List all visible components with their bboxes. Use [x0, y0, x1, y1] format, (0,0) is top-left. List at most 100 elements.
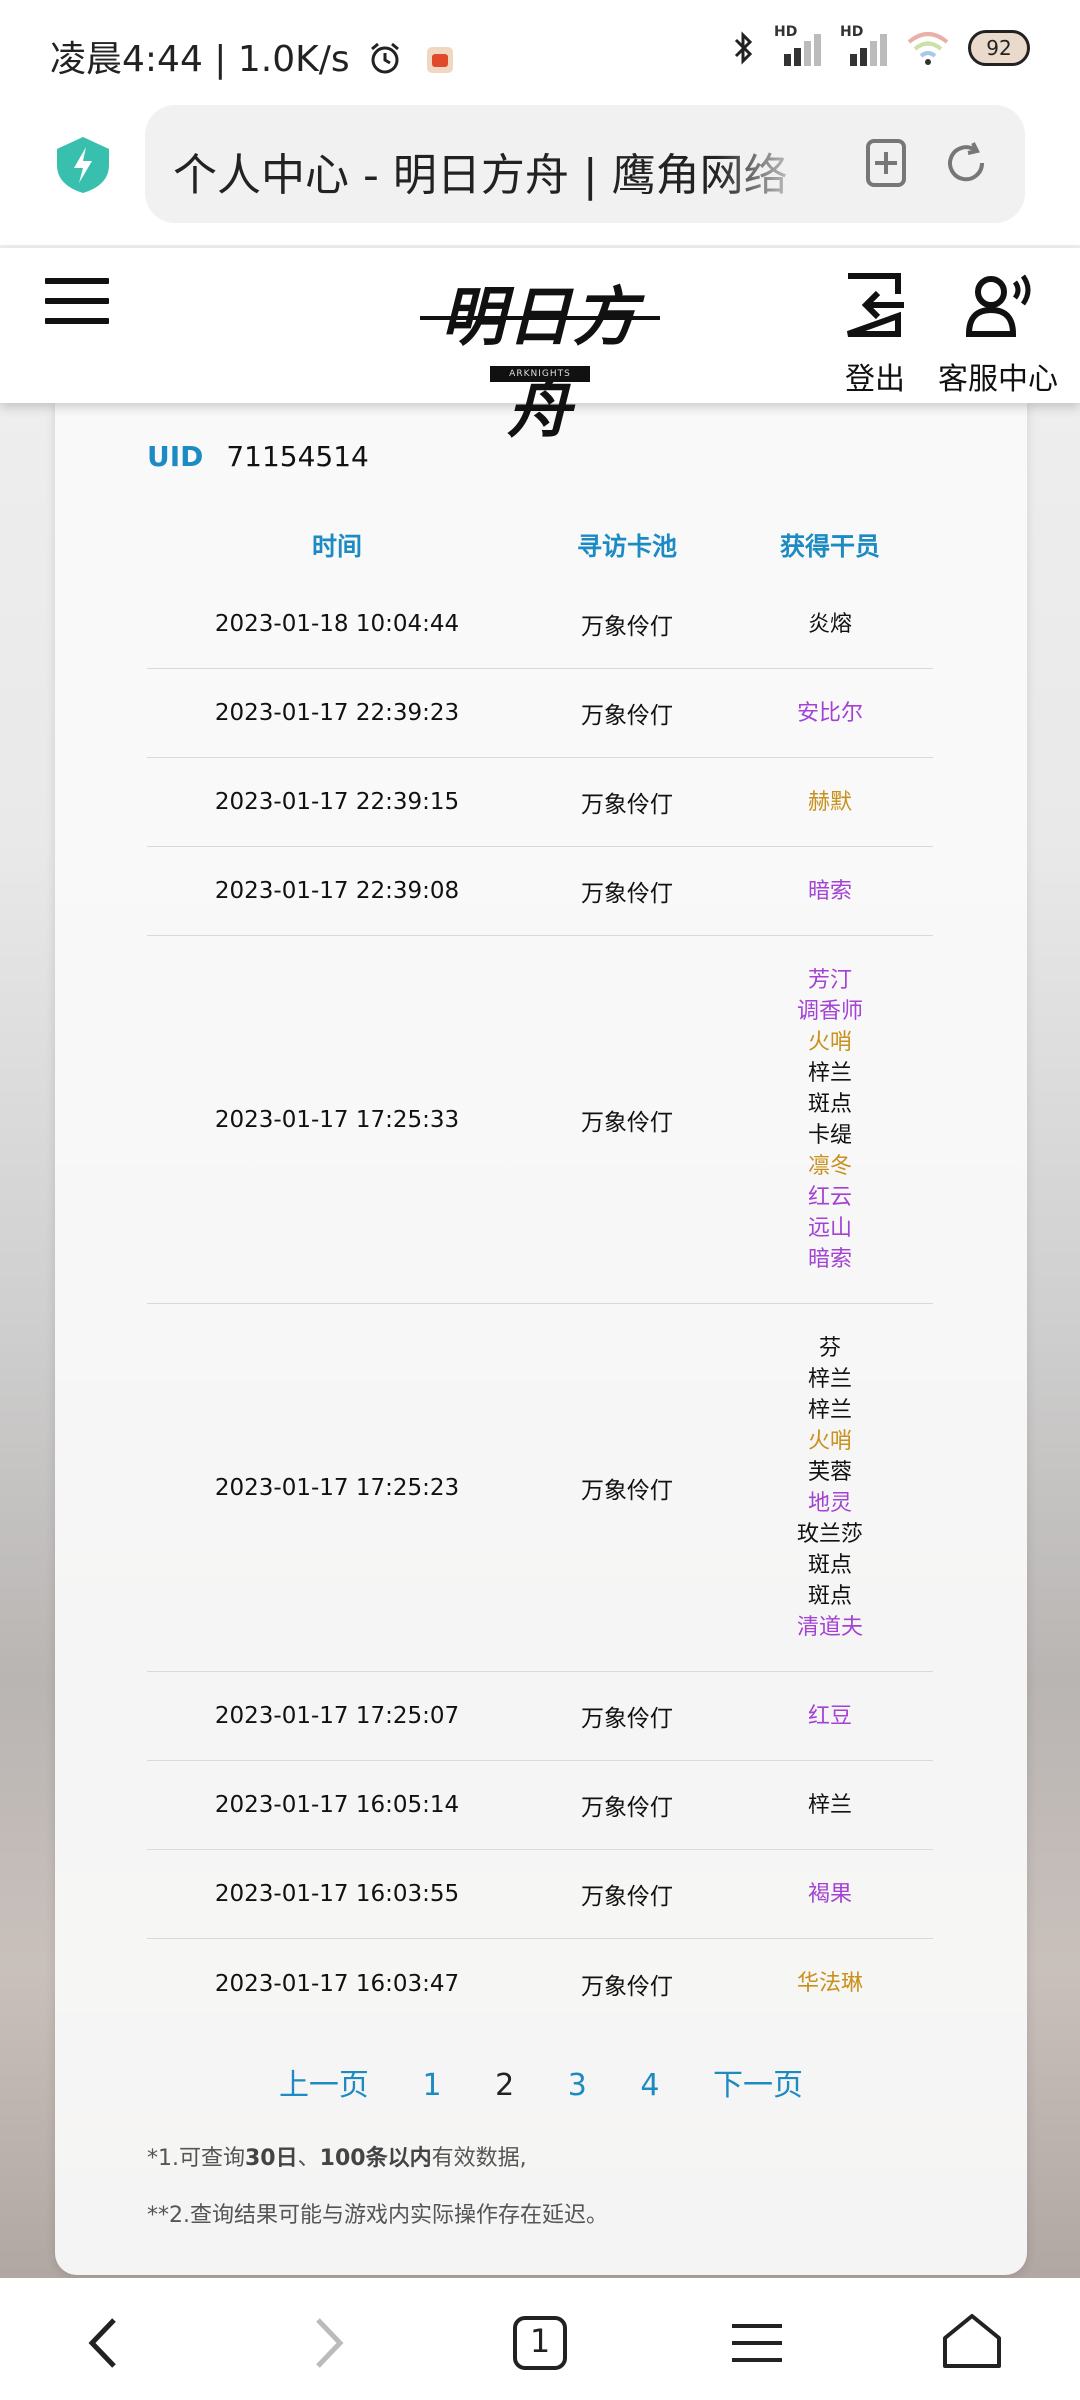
operator-name: 斑点: [807, 1552, 852, 1578]
cell-time: 2023-01-17 16:03:47: [214, 1970, 460, 1997]
page-link-2-current: 2: [495, 2068, 515, 2103]
page-link-1[interactable]: 1: [422, 2068, 441, 2103]
operator-name: 卡缇: [807, 1122, 852, 1148]
cell-operators: 红豆: [727, 1701, 933, 1732]
cell-time: 2023-01-17 22:39:23: [214, 700, 460, 726]
prev-page-link[interactable]: 上一页: [279, 2060, 369, 2104]
logo-text: 明日方舟: [441, 280, 639, 447]
status-left: 凌晨4:44 | 1.0K/s: [50, 30, 455, 82]
url-title[interactable]: 个人中心 - 明日方舟 | 鹰角网络: [173, 139, 813, 203]
operator-name: 火哨: [807, 1029, 852, 1055]
cell-time: 2023-01-17 22:39:08: [214, 878, 460, 904]
add-bookmark-icon[interactable]: [860, 137, 912, 189]
cell-pool: 万象伶仃: [581, 1884, 673, 1910]
cell-operators: 芳汀 调香师 火哨 梓兰 斑点 卡缇 凛冬 红云 远山 暗索: [727, 965, 933, 1275]
cell-time: 2023-01-17 17:25:33: [214, 1106, 460, 1133]
table-row: 2023-01-17 17:25:07 万象伶仃 红豆: [147, 1672, 933, 1761]
table-row: 2023-01-17 16:03:47 万象伶仃 华法琳: [147, 1939, 933, 2028]
security-shield-icon[interactable]: [55, 135, 111, 195]
back-icon[interactable]: [70, 2308, 140, 2378]
browser-bottom-nav: 1: [0, 2278, 1080, 2400]
operator-name: 玫兰莎: [796, 1521, 863, 1547]
cell-time: 2023-01-17 16:05:14: [214, 1792, 460, 1818]
note-1: *1.可查询30日、100条以内有效数据,: [147, 2146, 527, 2171]
wifi-icon: [907, 32, 949, 65]
operator-name: 安比尔: [796, 700, 863, 726]
cell-time: 2023-01-17 17:25:23: [214, 1474, 460, 1501]
signal-1-icon: HD: [774, 24, 822, 66]
cell-pool: 万象伶仃: [581, 1973, 673, 2000]
operator-name: 芬: [818, 1335, 841, 1361]
notification-app-icon: [426, 47, 453, 73]
pagination: 上一页 1 2 3 4 下一页: [55, 2060, 1027, 2104]
uid-line: UID 71154514: [147, 440, 369, 473]
cell-pool: 万象伶仃: [581, 881, 673, 907]
gacha-history-card: UID 71154514 时间 寻访卡池 获得干员 2023-01-18 10:…: [55, 400, 1027, 2275]
menu-icon[interactable]: [45, 278, 109, 328]
status-time: 凌晨4:44 | 1.0K/s: [50, 39, 350, 80]
operator-name: 褐果: [807, 1881, 852, 1907]
cell-pool: 万象伶仃: [581, 792, 673, 818]
cell-pool: 万象伶仃: [581, 703, 673, 729]
status-bar: 凌晨4:44 | 1.0K/s HD HD 92: [0, 0, 1080, 105]
cell-pool: 万象伶仃: [581, 1109, 673, 1136]
cell-pool: 万象伶仃: [581, 614, 673, 640]
browser-address-bar: 个人中心 - 明日方舟 | 鹰角网络: [0, 105, 1080, 245]
alarm-icon: [371, 42, 400, 74]
reload-icon[interactable]: [940, 137, 992, 189]
operator-name: 暗索: [807, 1246, 852, 1272]
operator-name: 梓兰: [807, 1366, 852, 1392]
operator-name: 红豆: [807, 1703, 852, 1729]
next-page-link[interactable]: 下一页: [713, 2060, 803, 2104]
table-row: 2023-01-17 16:05:14 万象伶仃 梓兰: [147, 1761, 933, 1850]
table-row: 2023-01-18 10:04:44 万象伶仃 炎熔: [147, 580, 933, 669]
cell-operators: 赫默: [727, 787, 933, 818]
cell-pool: 万象伶仃: [581, 1795, 673, 1821]
operator-name: 华法琳: [796, 1971, 863, 1996]
cell-pool: 万象伶仃: [581, 1477, 673, 1504]
site-header: 明日方舟 ARKNIGHTS 登出 客服中心: [0, 248, 1080, 447]
operator-name: 暗索: [807, 878, 852, 904]
table-row: 2023-01-17 22:39:08 万象伶仃 暗索: [147, 847, 933, 936]
operator-name: 斑点: [807, 1091, 852, 1117]
operator-name: 火哨: [807, 1428, 852, 1454]
header-time: 时间: [311, 532, 362, 561]
logout-button[interactable]: 登出: [840, 270, 910, 398]
bluetooth-icon: [734, 31, 753, 65]
operator-name: 调香师: [796, 998, 863, 1024]
operator-name: 斑点: [807, 1583, 852, 1609]
tabs-icon[interactable]: 1: [505, 2308, 575, 2378]
logo-line: [420, 316, 660, 320]
table-header: 时间 寻访卡池 获得干员: [147, 510, 933, 580]
logo-subtitle: ARKNIGHTS: [490, 366, 590, 382]
operator-name: 芙蓉: [807, 1459, 852, 1485]
cell-operators: 安比尔: [727, 698, 933, 729]
operator-name: 梓兰: [807, 1060, 852, 1086]
operator-name: 炎熔: [807, 611, 852, 637]
home-icon[interactable]: [937, 2308, 1007, 2378]
menu-lines-icon[interactable]: [722, 2308, 792, 2378]
table-body: 2023-01-18 10:04:44 万象伶仃 炎熔 2023-01-17 22:3…: [147, 580, 933, 2028]
cell-operators: 华法琳: [727, 1968, 933, 1999]
url-field[interactable]: 个人中心 - 明日方舟 | 鹰角网络: [145, 105, 1025, 223]
tab-count: 1: [529, 2322, 551, 2360]
arknights-logo[interactable]: 明日方舟 ARKNIGHTS: [410, 266, 670, 447]
page-link-3[interactable]: 3: [568, 2068, 587, 2103]
forward-icon[interactable]: [292, 2308, 362, 2378]
operator-name: 凛冬: [807, 1153, 852, 1179]
cell-operators: 炎熔: [727, 609, 933, 640]
operator-name: 赫默: [807, 789, 852, 815]
header-pool: 寻访卡池: [576, 532, 677, 561]
table-row: 2023-01-17 22:39:15 万象伶仃 赫默: [147, 758, 933, 847]
logout-label: 登出: [845, 362, 905, 397]
cell-operators: 褐果: [727, 1879, 933, 1910]
operator-name: 地灵: [807, 1490, 852, 1516]
table-row: 2023-01-17 17:25:33 万象伶仃 芳汀 调香师 火哨 梓兰 斑点 卡缇 凛冬 红云…: [147, 936, 933, 1304]
operator-name: 清道夫: [796, 1614, 863, 1640]
battery-indicator: 92: [968, 30, 1030, 66]
uid-value: 71154514: [226, 440, 369, 473]
operator-name: 远山: [807, 1215, 852, 1241]
customer-service-button[interactable]: 客服中心: [938, 270, 1058, 398]
status-right: HD HD 92: [732, 24, 1030, 66]
page-link-4[interactable]: 4: [640, 2068, 659, 2103]
